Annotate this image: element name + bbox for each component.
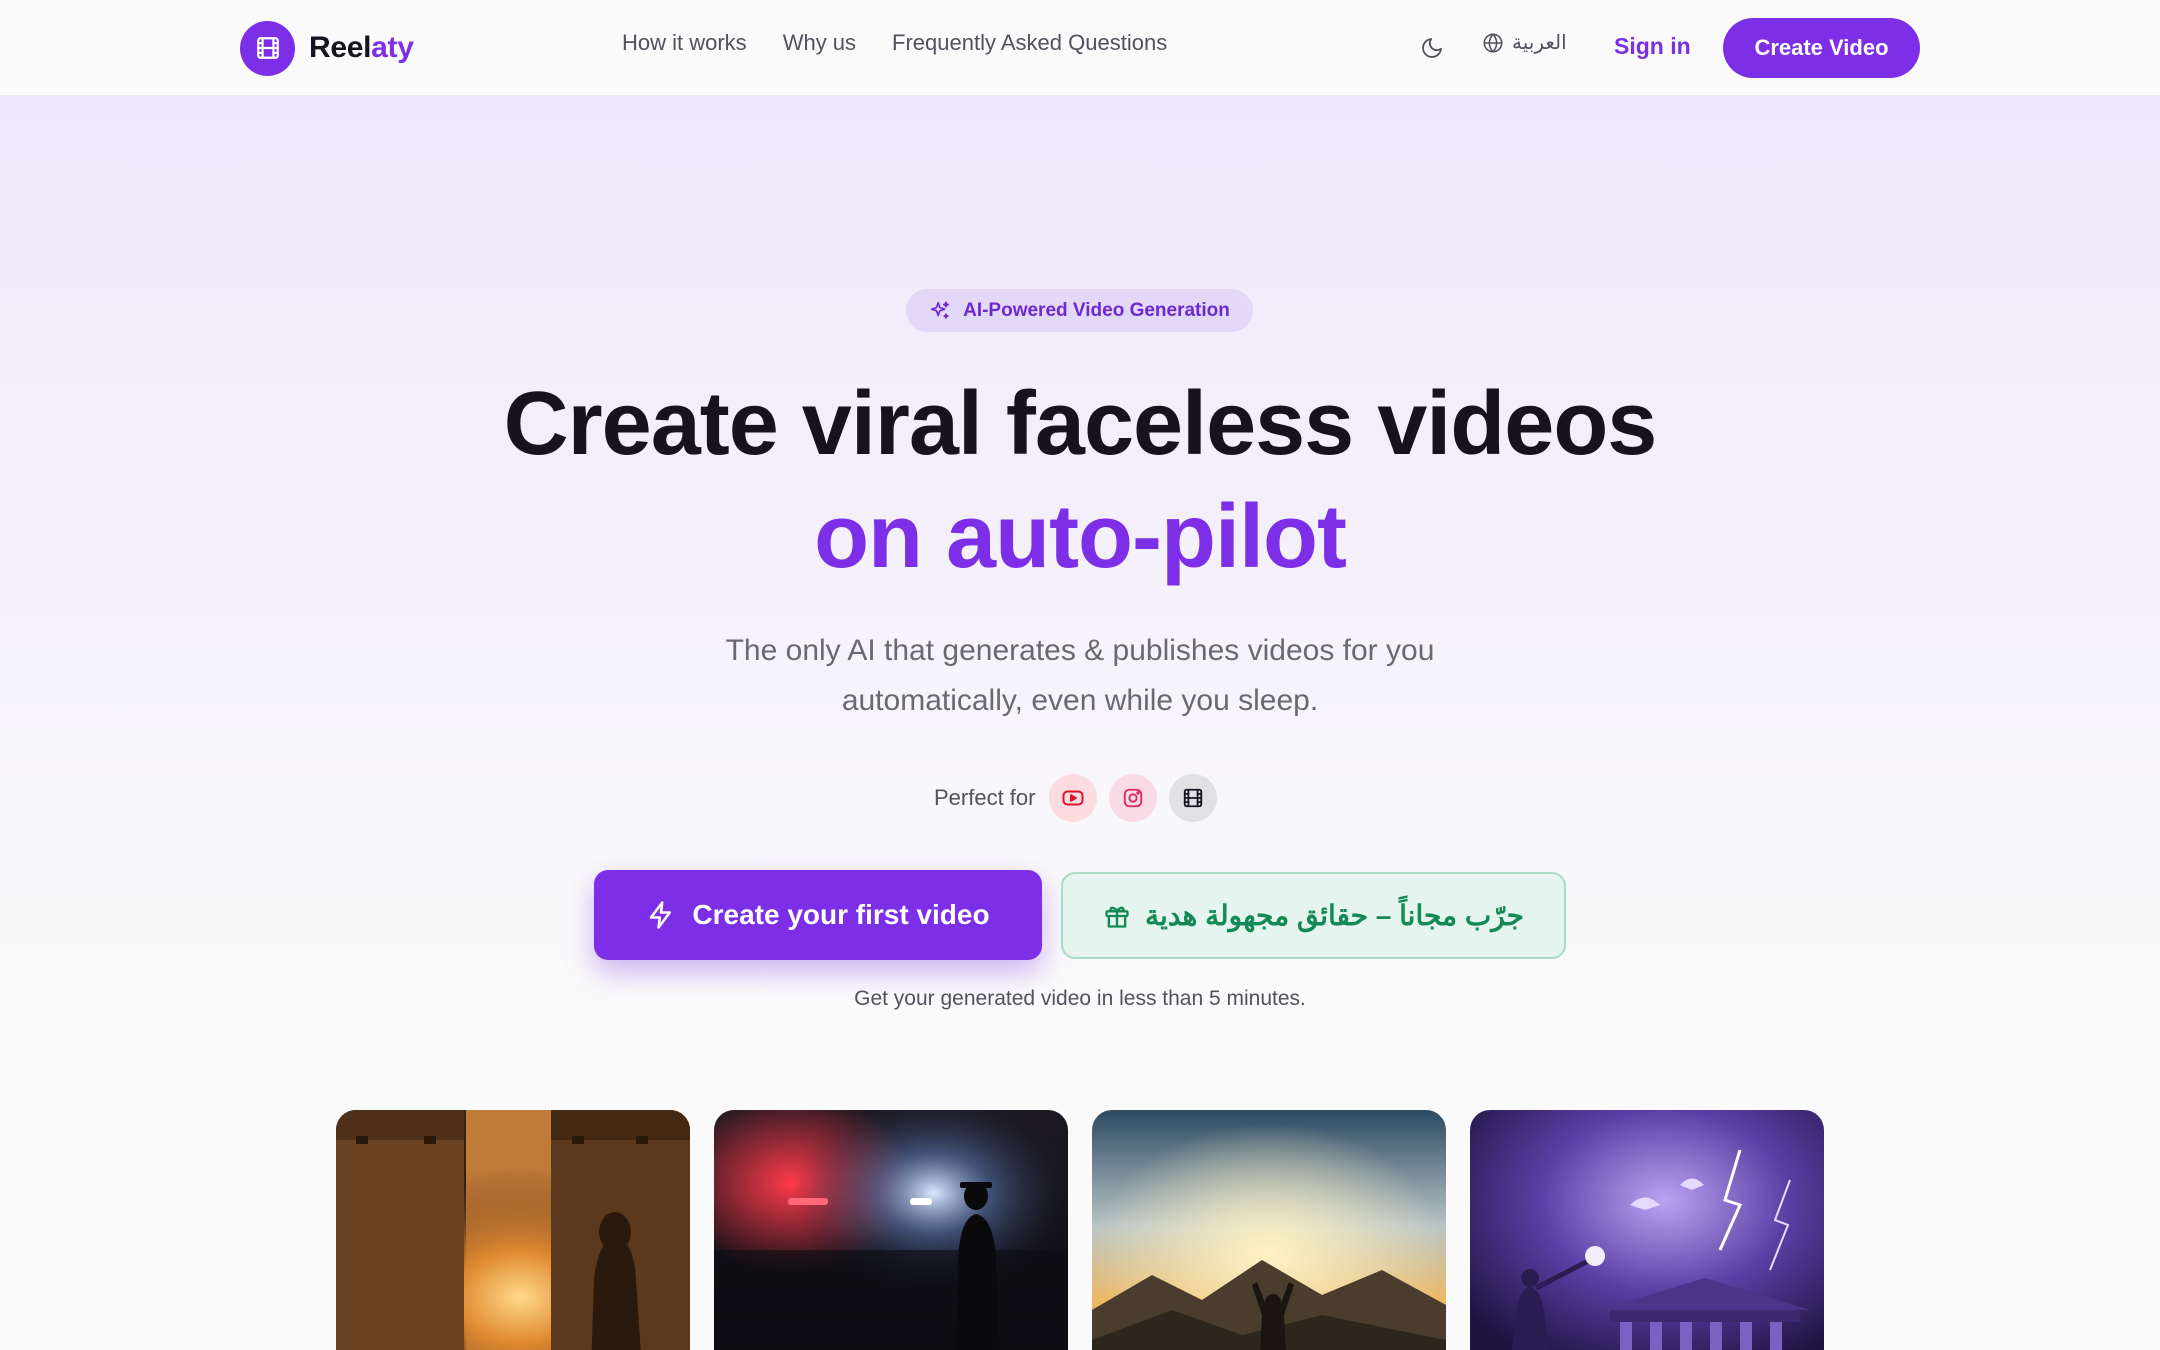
create-first-video-label: Create your first video (692, 899, 990, 930)
theme-toggle-button[interactable] (1416, 32, 1448, 64)
hero-subtext-line1: The only AI that generates & publishes v… (725, 634, 1435, 667)
nav-link-faq[interactable]: Frequently Asked Questions (892, 30, 1167, 56)
create-video-button[interactable]: Create Video (1723, 18, 1920, 78)
brand-name: Reelaty (309, 31, 414, 65)
navbar: Reelaty How it works Why us Frequently A… (0, 0, 2160, 96)
moon-icon (1422, 38, 1442, 58)
language-switcher[interactable]: العربية (1482, 30, 1567, 55)
instagram-icon[interactable] (1109, 774, 1158, 822)
hero-subtext: The only AI that generates & publishes v… (580, 626, 1580, 726)
film-logo-icon (240, 20, 295, 76)
language-label: العربية (1512, 32, 1567, 54)
cta-note: Get your generated video in less than 5 … (854, 987, 1306, 1010)
mountain-sunrise-rays-image (1092, 1110, 1446, 1350)
try-free-button[interactable]: جرّب مجاناً – حقائق مجهولة هدية (1061, 872, 1566, 959)
brand-name-part1: Reel (309, 31, 372, 64)
video-card-greek-temple-storm[interactable] (1470, 1110, 1824, 1350)
globe-icon (1483, 33, 1503, 52)
nav-links: How it works Why us Frequently Asked Que… (622, 30, 1167, 56)
hero-headline-accent: on auto-pilot (814, 487, 1347, 587)
egyptian-temple-sunset-image (336, 1110, 690, 1350)
try-free-label: جرّب مجاناً – حقائق مجهولة هدية (1145, 900, 1524, 931)
signin-link[interactable]: Sign in (1614, 33, 1691, 60)
nav-link-why-us[interactable]: Why us (783, 30, 856, 56)
nav-link-how-it-works[interactable]: How it works (622, 30, 747, 56)
ai-badge: AI-Powered Video Generation (906, 289, 1253, 332)
platforms-row: Perfect for (934, 774, 1218, 822)
create-first-video-button[interactable]: Create your first video (594, 870, 1042, 960)
detective-night-police-lights-image (714, 1110, 1068, 1350)
hero-headline: Create viral faceless videos (503, 374, 1658, 474)
logo-link[interactable]: Reelaty (240, 20, 414, 76)
video-card-detective-night[interactable] (714, 1110, 1068, 1350)
hero-section: AI-Powered Video Generation Create viral… (0, 96, 2160, 1350)
zap-icon (650, 901, 672, 929)
perfect-for-label: Perfect for (934, 785, 1036, 810)
hero-subtext-line2: automatically, even while you sleep. (841, 684, 1319, 717)
brand-name-part2: aty (371, 31, 414, 64)
film-icon[interactable] (1169, 774, 1218, 822)
youtube-icon[interactable] (1049, 774, 1098, 822)
video-card-mountain-sunrise[interactable] (1092, 1110, 1446, 1350)
ai-badge-label: AI-Powered Video Generation (963, 299, 1230, 321)
sparkles-icon (931, 300, 950, 319)
video-card-egyptian-temple[interactable] (336, 1110, 690, 1350)
gift-icon (1105, 906, 1129, 928)
greek-temple-lightning-storm-image (1470, 1110, 1824, 1350)
